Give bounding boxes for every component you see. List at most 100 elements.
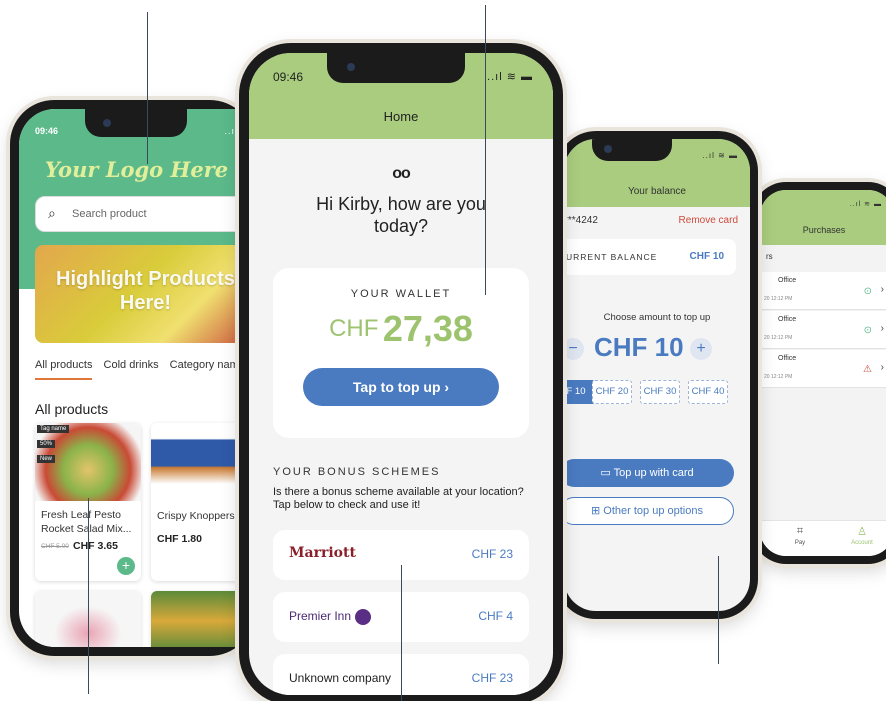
bonus-description: Is there a bonus scheme available at you… — [273, 486, 524, 511]
other-top-up-options-button[interactable]: ⊞ Other top up options — [564, 497, 734, 525]
tab-all-products[interactable]: All products — [35, 359, 93, 380]
new-badge: New — [37, 455, 56, 463]
purchase-row[interactable]: Office 20 12:12 PM ⊙ › — [760, 311, 886, 349]
user-icon: ♙ — [857, 526, 867, 538]
purchase-date: 20 12:12 PM — [764, 296, 793, 302]
notch — [327, 53, 465, 83]
notch — [85, 109, 187, 137]
annotation-line — [147, 12, 148, 164]
tab-pay[interactable]: ⌗ Pay — [778, 525, 822, 546]
tab-cold-drinks[interactable]: Cold drinks — [104, 359, 159, 371]
add-to-cart-button[interactable]: + — [117, 557, 135, 575]
logo-placeholder: Your Logo Here — [44, 157, 229, 182]
phone-balance: ..ıl ≋ ▬ Your balance ***4242 Remove car… — [556, 131, 758, 619]
phone-purchases: ..ıl ≋ ▬ Purchases rs Office 20 12:12 PM… — [752, 182, 886, 564]
status-bar: ..ıl ≋ ▬ — [849, 201, 882, 208]
purchase-title: Office — [778, 355, 797, 362]
wallet-currency: CHF — [329, 315, 379, 342]
category-tabs: All products Cold drinks Category name — [35, 359, 253, 380]
page-title: Purchases — [802, 225, 846, 235]
purchase-row[interactable]: Office 20 12:12 PM ⚠ › — [760, 350, 886, 388]
chevron-right-icon: › — [880, 362, 884, 373]
section-label: rs — [766, 252, 773, 261]
increase-button[interactable]: + — [690, 338, 712, 360]
product-price: CHF 1.80 — [157, 533, 202, 545]
chevron-right-icon: › — [880, 284, 884, 295]
tab-label: Account — [851, 540, 873, 546]
search-placeholder: Search product — [72, 208, 147, 220]
current-balance-card: URRENT BALANCE CHF 10 — [564, 239, 736, 275]
brand-name: Marriott — [289, 545, 356, 561]
card-number: ***4242 — [564, 215, 598, 226]
annotation-line — [88, 498, 89, 694]
tab-account[interactable]: ♙ Account — [840, 525, 884, 546]
chevron-right-icon: › — [880, 323, 884, 334]
balance-screen: ..ıl ≋ ▬ Your balance ***4242 Remove car… — [564, 139, 750, 611]
tab-label: Pay — [794, 540, 806, 546]
moon-logo-icon — [355, 609, 372, 625]
choose-amount-label: Choose amount to top up — [603, 312, 711, 323]
current-balance-label: URRENT BALANCE — [566, 252, 658, 262]
shop-screen: 09:46 ..ıl ≋ Your Logo Here ⌕ Search pro… — [19, 109, 254, 647]
brand-name-text: Premier Inn — [289, 609, 352, 624]
check-circle-icon: ⊙ — [863, 286, 872, 297]
discount-badge: 50% — [37, 440, 56, 448]
brand-value: CHF 23 — [471, 547, 513, 561]
wallet-label: YOUR WALLET — [350, 288, 452, 300]
current-balance-value: CHF 10 — [689, 251, 724, 262]
product-name: Fresh Leaf Pesto Rocket Salad Mix... — [41, 509, 132, 535]
product-price: CHF 3.65 — [73, 540, 118, 552]
chip-20[interactable]: CHF 20 — [592, 380, 632, 404]
annotation-line — [718, 556, 719, 664]
decrease-button[interactable]: − — [564, 338, 584, 360]
annotation-line — [485, 5, 486, 295]
amount-stepper: − CHF 10 + — [564, 332, 750, 364]
notch — [592, 139, 672, 161]
button-label: Top up with card — [613, 467, 694, 479]
tab-category-name[interactable]: Category name — [170, 359, 245, 371]
status-bar: ..ıl ≋ ▬ — [702, 151, 738, 160]
purchase-date: 20 12:12 PM — [764, 335, 793, 341]
chip-40[interactable]: CHF 40 — [688, 380, 728, 404]
annotation-line — [401, 565, 402, 701]
greeting: Hi Kirby, how are you today? — [316, 194, 486, 236]
tab-bar: ⌗ Pay ♙ Account — [760, 520, 886, 556]
add-icon: ⊞ — [591, 505, 604, 517]
search-input[interactable]: ⌕ Search product — [35, 196, 254, 232]
amount-value: CHF 10 — [594, 332, 684, 362]
purchase-title: Office — [778, 316, 797, 323]
warning-icon: ⚠ — [863, 364, 872, 375]
wallet-amount: 27,38 — [382, 308, 473, 349]
wallet-card: YOUR WALLET CHF 27,38 Tap to top up › — [273, 268, 529, 438]
top-up-with-card-button[interactable]: ▭ Top up with card — [564, 459, 734, 487]
old-price: CHF 5.00 — [41, 543, 69, 550]
face-icon: oo — [392, 165, 411, 182]
bonus-section-title: YOUR BONUS SCHEMES — [273, 466, 441, 478]
chip-30[interactable]: CHF 30 — [640, 380, 680, 404]
highlight-banner[interactable]: Highlight Products Here! — [35, 245, 254, 343]
brand-value: CHF 4 — [478, 609, 513, 623]
status-bar: ..ıl ≋ ▬ — [487, 71, 533, 83]
status-time: 09:46 — [273, 70, 304, 84]
page-title: Home — [383, 109, 419, 124]
brand-name: Unknown company — [289, 671, 392, 685]
purchase-row[interactable]: Office 20 12:12 PM ⊙ › — [760, 272, 886, 310]
status-time: 09:46 — [35, 126, 59, 136]
qr-icon: ⌗ — [796, 525, 804, 537]
remove-card-link[interactable]: Remove card — [679, 215, 738, 226]
purchases-screen: ..ıl ≋ ▬ Purchases rs Office 20 12:12 PM… — [760, 190, 886, 556]
button-label: Other top up options — [603, 505, 703, 517]
tap-to-top-up-button[interactable]: Tap to top up › — [303, 368, 499, 406]
brand-name: Premier Inn — [289, 609, 372, 625]
search-icon: ⌕ — [48, 205, 56, 221]
card-icon: ▭ — [600, 467, 614, 479]
banner-text: Highlight Products Here! — [56, 268, 235, 314]
page-title: Your balance — [627, 186, 686, 197]
brand-value: CHF 23 — [471, 671, 513, 685]
purchase-title: Office — [778, 277, 797, 284]
wallet-balance: CHF 27,38 — [273, 308, 529, 350]
purchase-date: 20 12:12 PM — [764, 374, 793, 380]
purchases-header: ..ıl ≋ ▬ Purchases — [760, 190, 886, 245]
section-title: All products — [35, 401, 109, 417]
check-circle-icon: ⊙ — [863, 325, 872, 336]
